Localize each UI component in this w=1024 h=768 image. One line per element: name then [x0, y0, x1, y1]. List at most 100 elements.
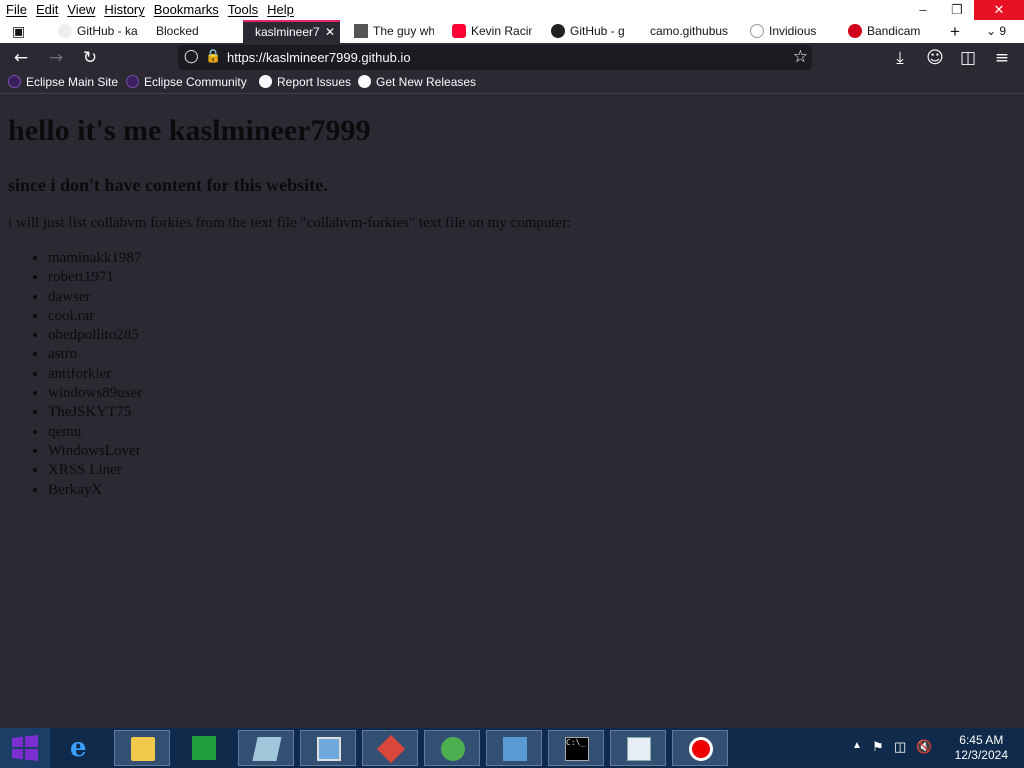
- bookmarks-bar: Eclipse Main Site Eclipse Community Repo…: [0, 72, 1024, 94]
- lock-icon[interactable]: 🔒: [205, 48, 221, 64]
- taskbar-bandicam[interactable]: [672, 730, 728, 766]
- page-title: hello it's me kaslmineer7999: [8, 114, 371, 147]
- account-icon[interactable]: ☺: [923, 46, 947, 70]
- tab-github-1[interactable]: GitHub - ka: [58, 20, 138, 43]
- taskbar-notebook[interactable]: [238, 730, 294, 766]
- invidious-icon: [750, 24, 764, 38]
- bookmark-report-issues[interactable]: Report Issues: [259, 75, 351, 89]
- tab-label: Kevin Racin: [471, 24, 532, 38]
- record-icon: [689, 737, 713, 761]
- bookmark-label: Eclipse Community: [144, 75, 247, 89]
- taskbar-file-explorer[interactable]: [114, 730, 170, 766]
- window-controls: – ❐ ✕: [906, 0, 1024, 20]
- list-item: WindowsLover: [48, 442, 142, 461]
- tab-label: camo.githubus: [650, 24, 729, 38]
- clock[interactable]: 6:45 AM 12/3/2024: [955, 733, 1008, 763]
- tab-bandicam[interactable]: Bandicam: [848, 20, 928, 43]
- start-button[interactable]: [0, 728, 50, 768]
- tab-camo[interactable]: camo.githubus: [650, 20, 732, 43]
- page-content: hello it's me kaslmineer7999 since i don…: [0, 94, 1024, 728]
- store-icon: [192, 736, 216, 760]
- list-item: windows89user: [48, 384, 142, 403]
- shield-icon[interactable]: ◯: [184, 48, 199, 64]
- menu-help[interactable]: Help: [267, 2, 294, 17]
- list-item: astro: [48, 345, 142, 364]
- downloads-icon[interactable]: ⤓: [888, 46, 912, 70]
- control-panel-icon: [503, 737, 527, 761]
- taskbar: e C:\_ ▲ ⚑ ◫ 🔇 6:45 AM 12/3/2024: [0, 728, 1024, 768]
- menu-tools[interactable]: Tools: [228, 2, 258, 17]
- list-item: BerkayX: [48, 481, 142, 500]
- tab-label: kaslmineer7: [255, 25, 320, 39]
- url-text[interactable]: https://kaslmineer7999.github.io: [227, 50, 411, 65]
- new-tab-icon[interactable]: +: [950, 20, 960, 43]
- bookmark-eclipse-community[interactable]: Eclipse Community: [126, 75, 247, 89]
- tab-github-2[interactable]: GitHub - g: [551, 20, 631, 43]
- window-app-icon: [627, 737, 651, 761]
- taskbar-ie[interactable]: e: [54, 730, 110, 766]
- menu-history[interactable]: History: [104, 2, 144, 17]
- tab-kaslmineer-active[interactable]: kaslmineer7 ✕: [243, 20, 340, 43]
- bookmark-get-new-releases[interactable]: Get New Releases: [358, 75, 476, 89]
- restore-icon[interactable]: ❐: [940, 0, 974, 20]
- tab-close-icon[interactable]: ✕: [325, 25, 335, 39]
- flag-icon[interactable]: ⚑: [872, 739, 884, 755]
- network-icon[interactable]: ◫: [894, 739, 906, 755]
- bookmark-star-icon[interactable]: ☆: [793, 47, 808, 67]
- bookmark-eclipse-main[interactable]: Eclipse Main Site: [8, 75, 118, 89]
- menu-file[interactable]: File: [6, 2, 27, 17]
- tab-strip: ▣ GitHub - ka Blocked kaslmineer7 ✕ The …: [0, 20, 1024, 43]
- eclipse-icon: [8, 75, 21, 88]
- minimize-icon[interactable]: –: [906, 0, 940, 20]
- taskbar-window-app[interactable]: [610, 730, 666, 766]
- menu-items: File Edit View History Bookmarks Tools H…: [6, 2, 303, 17]
- notebook-icon: [252, 737, 282, 761]
- command-prompt-icon: C:\_: [565, 737, 589, 761]
- tab-invidious[interactable]: Invidious: [750, 20, 830, 43]
- reload-icon[interactable]: ↻: [78, 46, 102, 70]
- chevron-up-icon[interactable]: ▲: [852, 740, 862, 751]
- forward-icon[interactable]: →: [44, 46, 68, 70]
- tab-count: 9: [999, 24, 1007, 38]
- windows-logo-icon: [12, 735, 38, 761]
- tab-list-button[interactable]: ⌄ 9: [986, 20, 1006, 43]
- photo-viewer-icon: [317, 737, 341, 761]
- github-icon: [58, 24, 72, 38]
- list-item: dawser: [48, 288, 142, 307]
- site-favicon-icon: [354, 24, 368, 38]
- bookmark-label: Get New Releases: [376, 75, 477, 89]
- clock-date: 12/3/2024: [954, 748, 1008, 762]
- close-window-icon[interactable]: ✕: [974, 0, 1024, 20]
- record-icon: [848, 24, 862, 38]
- folder-icon: [131, 737, 155, 761]
- menu-edit[interactable]: Edit: [36, 2, 58, 17]
- tab-manager-icon[interactable]: ▣: [12, 20, 25, 43]
- back-icon[interactable]: ←: [9, 46, 33, 70]
- tab-label: Invidious: [769, 24, 817, 38]
- tab-blocked[interactable]: Blocked: [156, 20, 236, 43]
- volume-muted-icon[interactable]: 🔇: [916, 739, 932, 755]
- tab-youtube[interactable]: Kevin Racin: [452, 20, 532, 43]
- menu-bookmarks[interactable]: Bookmarks: [154, 2, 219, 17]
- menu-view[interactable]: View: [67, 2, 95, 17]
- forkies-list: maminakk1987 robert1971 dawser cool.rar …: [8, 249, 142, 500]
- page-subtitle: since i don't have content for this webs…: [8, 175, 328, 195]
- list-item: XRSS Liner: [48, 461, 142, 480]
- extensions-icon[interactable]: ◫: [956, 46, 980, 70]
- menu-icon[interactable]: ≡: [990, 46, 1014, 70]
- taskbar-download-manager[interactable]: [424, 730, 480, 766]
- list-item: qemu: [48, 423, 142, 442]
- taskbar-command-prompt[interactable]: C:\_: [548, 730, 604, 766]
- tab-the-guy[interactable]: The guy wh: [354, 20, 434, 43]
- taskbar-store[interactable]: [176, 730, 232, 766]
- internet-explorer-icon: e: [70, 733, 87, 763]
- taskbar-photos[interactable]: [300, 730, 356, 766]
- github-icon: [358, 75, 371, 88]
- taskbar-control-panel[interactable]: [486, 730, 542, 766]
- taskbar-app-red[interactable]: [362, 730, 418, 766]
- github-icon: [551, 24, 565, 38]
- youtube-icon: [452, 24, 466, 38]
- globe-download-icon: [441, 737, 465, 761]
- address-bar[interactable]: ◯ 🔒 https://kaslmineer7999.github.io ☆: [178, 45, 812, 70]
- list-item: cool.rar: [48, 307, 142, 326]
